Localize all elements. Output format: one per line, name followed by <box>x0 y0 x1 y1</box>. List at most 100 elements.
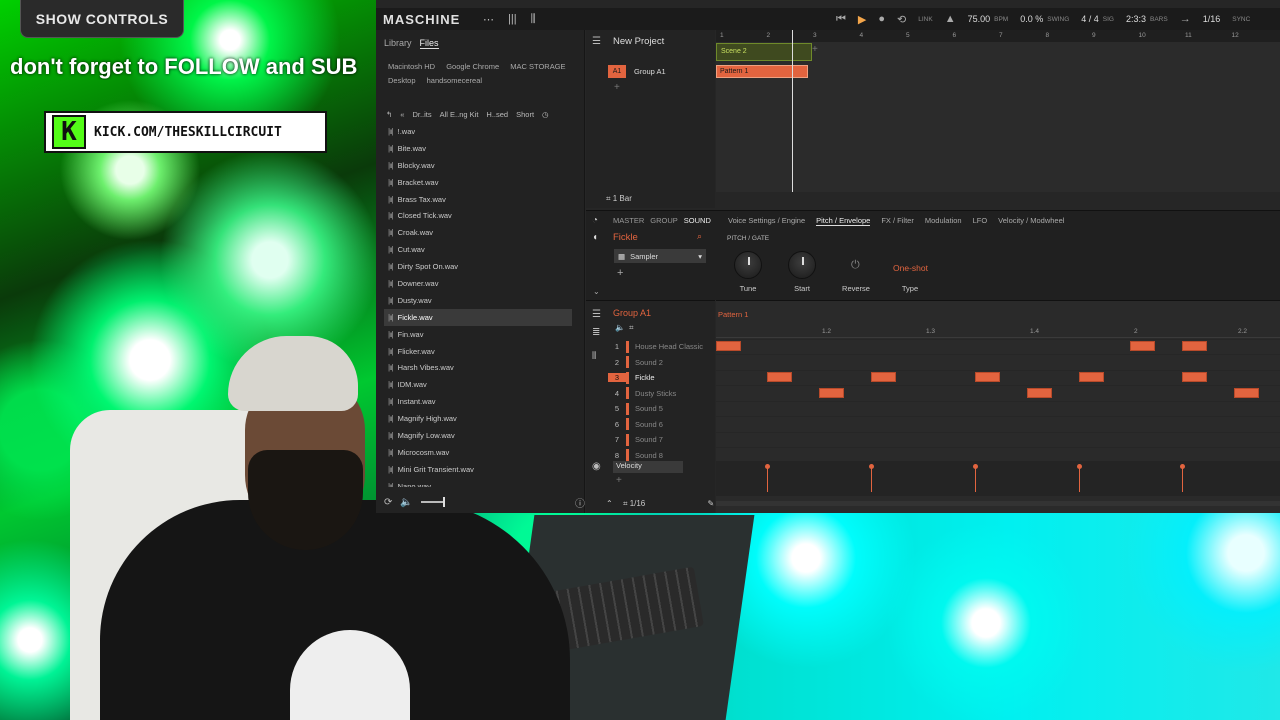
crumb-item[interactable]: H..sed <box>486 110 508 119</box>
browser-toggle-icon[interactable]: ||| <box>508 13 517 25</box>
crumb-item[interactable]: Short <box>516 110 534 119</box>
velocity-stem[interactable] <box>765 464 770 492</box>
sound-row[interactable]: 6 Sound 6 <box>608 417 714 433</box>
file-item[interactable]: |ıı| Brass Tax.wav <box>384 191 572 208</box>
tab-pitch-envelope[interactable]: Pitch / Envelope <box>816 216 871 226</box>
pads-view-icon[interactable]: ⫴ <box>592 351 596 362</box>
favorite-item[interactable]: handsomecereal <box>427 74 482 88</box>
sound-row[interactable]: 7 Sound 7 <box>608 432 714 448</box>
file-item[interactable]: |ıı| Bite.wav <box>384 140 572 157</box>
favorite-item[interactable]: MAC STORAGE <box>510 60 565 74</box>
menu-icon[interactable]: ⋯ <box>483 13 494 26</box>
add-group-icon[interactable]: + <box>614 82 620 93</box>
sound-row[interactable]: 1 House Head Classic <box>608 339 714 355</box>
tab-files[interactable]: Files <box>419 38 439 49</box>
file-item[interactable]: |ıı| Microcosm.wav <box>384 444 572 461</box>
tune-knob[interactable] <box>734 251 762 279</box>
list-view-icon[interactable]: ≣ <box>592 327 600 338</box>
pattern-editor[interactable]: Pattern 1 1.2 1.3 1.4 2 2.2 <box>716 300 1280 513</box>
preview-volume-slider[interactable] <box>420 497 446 507</box>
note[interactable] <box>819 387 844 398</box>
file-item[interactable]: |ıı| Magnify Low.wav <box>384 427 572 444</box>
favorite-item[interactable]: Google Chrome <box>446 60 499 74</box>
grid-view-icon[interactable]: ⌗ <box>629 323 634 333</box>
file-item[interactable]: |ıı| Dirty Spot On.wav <box>384 258 572 275</box>
velocity-lane-selector[interactable]: Velocity <box>613 461 683 473</box>
sync-label[interactable]: SYNC <box>1232 16 1250 23</box>
note[interactable] <box>1079 372 1104 383</box>
tab-lfo[interactable]: LFO <box>973 216 988 226</box>
velocity-stem[interactable] <box>973 464 978 492</box>
grid-value[interactable]: 1/16 <box>1203 14 1221 24</box>
collapse-up-icon[interactable]: ⌃ <box>606 499 613 508</box>
prev-arrows-icon[interactable]: « <box>400 110 404 119</box>
link-label[interactable]: LINK <box>918 16 932 23</box>
start-knob[interactable] <box>788 251 816 279</box>
scene-clip[interactable]: Scene 2 <box>716 43 812 61</box>
file-item[interactable]: |ıı| Closed Tick.wav <box>384 207 572 224</box>
file-item[interactable]: |ıı| !.wav <box>384 123 572 140</box>
file-item[interactable]: |ıı| Harsh Vibes.wav <box>384 359 572 376</box>
loop-icon[interactable]: ⟲ <box>897 13 906 26</box>
file-item[interactable]: |ıı| Dusty.wav <box>384 292 572 309</box>
tab-velocity-modwheel[interactable]: Velocity / Modwheel <box>998 216 1064 226</box>
note[interactable] <box>1182 341 1207 351</box>
arranger-menu-icon[interactable]: ☰ <box>592 36 601 47</box>
play-icon[interactable]: ▶ <box>858 13 866 26</box>
project-name[interactable]: New Project <box>613 36 664 47</box>
file-item[interactable]: |ıı| Fickle.wav <box>384 308 572 326</box>
note[interactable] <box>975 372 1000 383</box>
clock-icon[interactable]: ◷ <box>542 110 549 119</box>
file-item[interactable]: |ıı| Nano.wav <box>384 478 572 487</box>
velocity-lane[interactable] <box>716 461 1280 496</box>
file-item[interactable]: |ıı| Fin.wav <box>384 326 572 343</box>
file-item[interactable]: |ıı| IDM.wav <box>384 376 572 393</box>
swing-value[interactable]: 0.0 % <box>1020 14 1043 24</box>
note[interactable] <box>716 341 741 351</box>
search-icon[interactable]: ⌕ <box>697 231 702 242</box>
favorite-item[interactable]: Macintosh HD <box>388 60 435 74</box>
mixer-icon[interactable]: ⫼ <box>531 13 536 26</box>
add-lane-icon[interactable]: + <box>616 475 622 486</box>
record-icon[interactable]: ● <box>878 13 885 25</box>
pattern-menu-icon[interactable]: ☰ <box>592 309 601 320</box>
step-grid[interactable] <box>716 339 1280 463</box>
crumb-item[interactable]: All E..ng Kit <box>440 110 479 119</box>
tab-fx-filter[interactable]: FX / Filter <box>881 216 914 226</box>
velocity-icon[interactable]: ◉ <box>592 461 601 472</box>
back-arrow-icon[interactable]: ↰ <box>386 110 392 119</box>
crumb-item[interactable]: Dr..its <box>412 110 431 119</box>
file-item[interactable]: |ıı| Croak.wav <box>384 224 572 241</box>
note[interactable] <box>871 372 896 383</box>
collapse-icon[interactable]: ⌄ <box>593 287 600 296</box>
sound-row[interactable]: 4 Dusty Sticks <box>608 386 714 402</box>
type-selector[interactable]: One-shot <box>893 263 928 273</box>
mute-speaker-icon[interactable]: 🔈 <box>615 323 625 332</box>
file-item[interactable]: |ıı| Bracket.wav <box>384 174 572 191</box>
file-item[interactable]: |ıı| Mini Grit Transient.wav <box>384 461 572 478</box>
note[interactable] <box>1234 387 1259 398</box>
velocity-stem[interactable] <box>1077 464 1082 492</box>
favorite-item[interactable]: Desktop <box>388 74 416 88</box>
sound-row[interactable]: 5 Sound 5 <box>608 401 714 417</box>
info-icon[interactable]: ⓘ <box>575 495 585 510</box>
sound-row[interactable]: 3 Fickle <box>608 370 714 386</box>
metronome-icon[interactable]: ▲ <box>945 13 956 25</box>
file-item[interactable]: |ıı| Blocky.wav <box>384 157 572 174</box>
sound-name[interactable]: Fickle <box>613 232 638 243</box>
follow-icon[interactable]: → <box>1180 13 1191 25</box>
tab-sound[interactable]: SOUND <box>684 216 711 225</box>
pattern-group-name[interactable]: Group A1 <box>613 308 651 318</box>
refresh-icon[interactable]: ⟳ <box>384 497 392 508</box>
note[interactable] <box>1182 372 1207 383</box>
tab-modulation[interactable]: Modulation <box>925 216 962 226</box>
file-item[interactable]: |ıı| Magnify High.wav <box>384 410 572 427</box>
plugin-icon[interactable]: ◔ <box>592 215 598 226</box>
file-item[interactable]: |ıı| Downer.wav <box>384 275 572 292</box>
pattern-clip[interactable]: Pattern 1 <box>716 65 808 78</box>
note[interactable] <box>1027 387 1052 398</box>
group-row[interactable]: A1 Group A1 <box>608 65 712 78</box>
pencil-icon[interactable]: ✎ <box>708 499 715 508</box>
bar-length[interactable]: ⌗ 1 Bar <box>606 194 632 204</box>
velocity-stem[interactable] <box>869 464 874 492</box>
